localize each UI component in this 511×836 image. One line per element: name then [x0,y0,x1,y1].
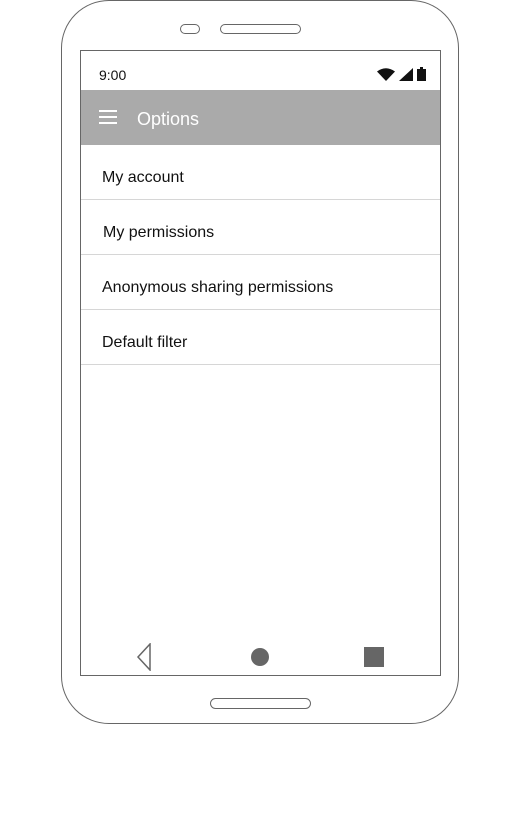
menu-icon[interactable] [99,110,117,124]
options-list: My account My permissions Anonymous shar… [81,145,440,365]
speaker-grille [220,24,301,34]
status-time: 9:00 [99,67,127,83]
option-label: My account [102,169,184,186]
option-label: Default filter [102,334,188,351]
phone-screen: 9:00 Options My account My permissions A… [80,50,441,676]
app-bar: Options [81,90,440,145]
option-my-permissions[interactable]: My permissions [81,200,440,255]
back-icon[interactable] [136,643,152,671]
signal-icon [399,67,413,81]
page-title: Options [137,109,200,129]
option-anonymous-sharing-permissions[interactable]: Anonymous sharing permissions [81,255,440,310]
home-icon[interactable] [251,648,269,666]
option-my-account[interactable]: My account [81,145,440,200]
battery-icon [417,67,426,81]
wifi-icon [377,67,395,81]
option-label: My permissions [103,224,215,241]
status-bar: 9:00 [81,51,440,90]
recent-apps-icon[interactable] [364,647,384,667]
option-label: Anonymous sharing permissions [102,279,334,296]
front-camera [180,24,200,34]
status-icons [377,67,426,81]
bottom-speaker [210,698,311,709]
option-default-filter[interactable]: Default filter [81,310,440,365]
navigation-bar [81,635,440,675]
